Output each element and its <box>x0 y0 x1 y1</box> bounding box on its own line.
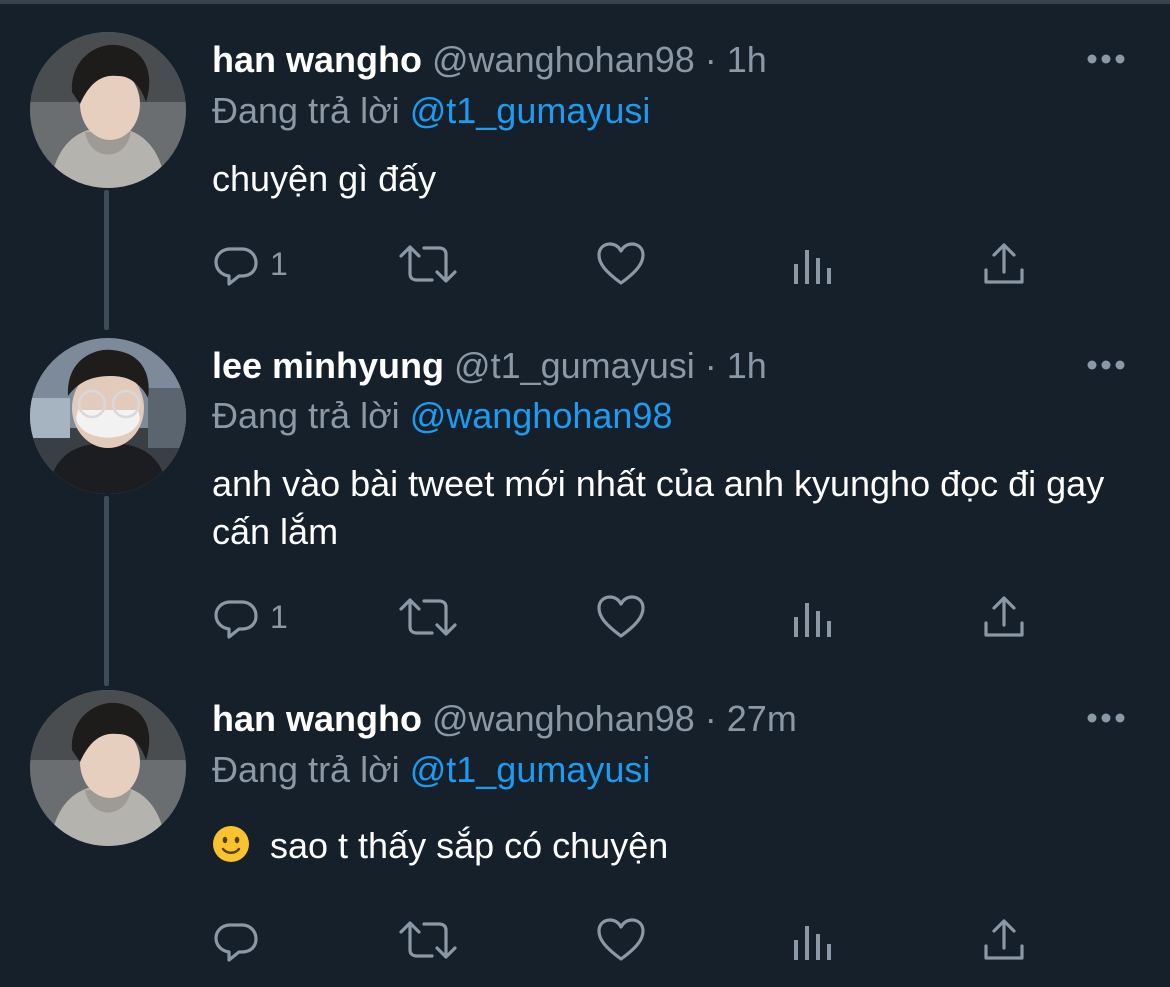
share-button[interactable] <box>982 591 1026 643</box>
avatar-photo <box>30 32 186 188</box>
reply-mention-link[interactable]: @t1_gumayusi <box>410 749 651 790</box>
display-name[interactable]: lee minhyung <box>212 345 444 386</box>
retweet-icon <box>399 245 457 283</box>
retweet-icon <box>399 598 457 636</box>
tweet-actions: 1 <box>212 591 1052 643</box>
analytics-icon <box>794 926 831 960</box>
retweet-icon <box>399 921 457 959</box>
reply-icon <box>214 600 258 639</box>
like-icon <box>597 242 645 285</box>
replying-to-label: Đang trả lời <box>212 90 400 131</box>
analytics-icon <box>794 250 831 284</box>
reply-count: 1 <box>270 245 288 282</box>
replying-to-label: Đang trả lời <box>212 749 400 790</box>
share-icon <box>984 919 1024 960</box>
share-button[interactable] <box>982 238 1026 290</box>
analytics-button[interactable] <box>792 238 834 290</box>
tweet-header: lee minhyung @t1_gumayusi · 1h <box>212 344 767 388</box>
analytics-icon <box>794 603 831 637</box>
timestamp[interactable]: · 1h <box>705 39 767 80</box>
analytics-button[interactable] <box>792 914 834 966</box>
tweet-header: han wangho @wanghohan98 · 1h <box>212 38 767 82</box>
reply-icon <box>214 923 258 962</box>
like-button[interactable] <box>596 238 646 290</box>
retweet-button[interactable] <box>398 591 458 643</box>
retweet-button[interactable] <box>398 238 458 290</box>
like-button[interactable] <box>596 914 646 966</box>
like-icon <box>597 595 645 638</box>
avatar[interactable] <box>30 32 186 188</box>
tweet-actions: 1 <box>212 238 1052 290</box>
more-icon[interactable] <box>1086 710 1126 726</box>
reply-mention-link[interactable]: @wanghohan98 <box>410 395 673 436</box>
like-icon <box>597 918 645 961</box>
more-icon[interactable] <box>1086 357 1126 373</box>
avatar[interactable] <box>30 338 186 494</box>
tweet[interactable]: lee minhyung @t1_gumayusi · 1h Đang trả … <box>0 320 1170 680</box>
tweet-actions <box>212 914 1052 966</box>
display-name[interactable]: han wangho <box>212 698 422 739</box>
reply-count: 1 <box>270 598 288 635</box>
more-icon[interactable] <box>1086 51 1126 67</box>
like-button[interactable] <box>596 591 646 643</box>
replying-to-label: Đang trả lời <box>212 395 400 436</box>
user-handle[interactable]: @wanghohan98 <box>432 698 695 739</box>
avatar-photo <box>30 690 186 846</box>
tweet-header: han wangho @wanghohan98 · 27m <box>212 697 797 741</box>
reply-mention-link[interactable]: @t1_gumayusi <box>410 90 651 131</box>
retweet-button[interactable] <box>398 914 458 966</box>
replying-to: Đang trả lời @wanghohan98 <box>212 394 672 438</box>
tweet-text: sao t thấy sắp có chuyện <box>212 822 1142 870</box>
user-handle[interactable]: @t1_gumayusi <box>454 345 695 386</box>
tweet-text: chuyện gì đấy <box>212 158 437 199</box>
user-handle[interactable]: @wanghohan98 <box>432 39 695 80</box>
tweet-text-content: sao t thấy sắp có chuyện <box>270 825 669 866</box>
reply-button[interactable]: 1 <box>212 238 288 290</box>
slightly-smiling-face-icon <box>213 826 249 863</box>
reply-button[interactable] <box>212 914 270 966</box>
avatar-photo <box>30 338 186 494</box>
tweet[interactable]: han wangho @wanghohan98 · 1h Đang trả lờ… <box>0 0 1170 320</box>
timestamp[interactable]: · 27m <box>705 698 797 739</box>
replying-to: Đang trả lời @t1_gumayusi <box>212 89 650 133</box>
share-icon <box>984 243 1024 284</box>
display-name[interactable]: han wangho <box>212 39 422 80</box>
avatar[interactable] <box>30 690 186 846</box>
timestamp[interactable]: · 1h <box>705 345 767 386</box>
share-button[interactable] <box>982 914 1026 966</box>
reply-icon <box>214 247 258 286</box>
reply-button[interactable]: 1 <box>212 591 288 643</box>
replying-to: Đang trả lời @t1_gumayusi <box>212 748 650 792</box>
share-icon <box>984 596 1024 637</box>
tweet-text: anh vào bài tweet mới nhất của anh kyung… <box>212 463 1105 552</box>
analytics-button[interactable] <box>792 591 834 643</box>
tweet[interactable]: han wangho @wanghohan98 · 27m Đang trả l… <box>0 680 1170 987</box>
